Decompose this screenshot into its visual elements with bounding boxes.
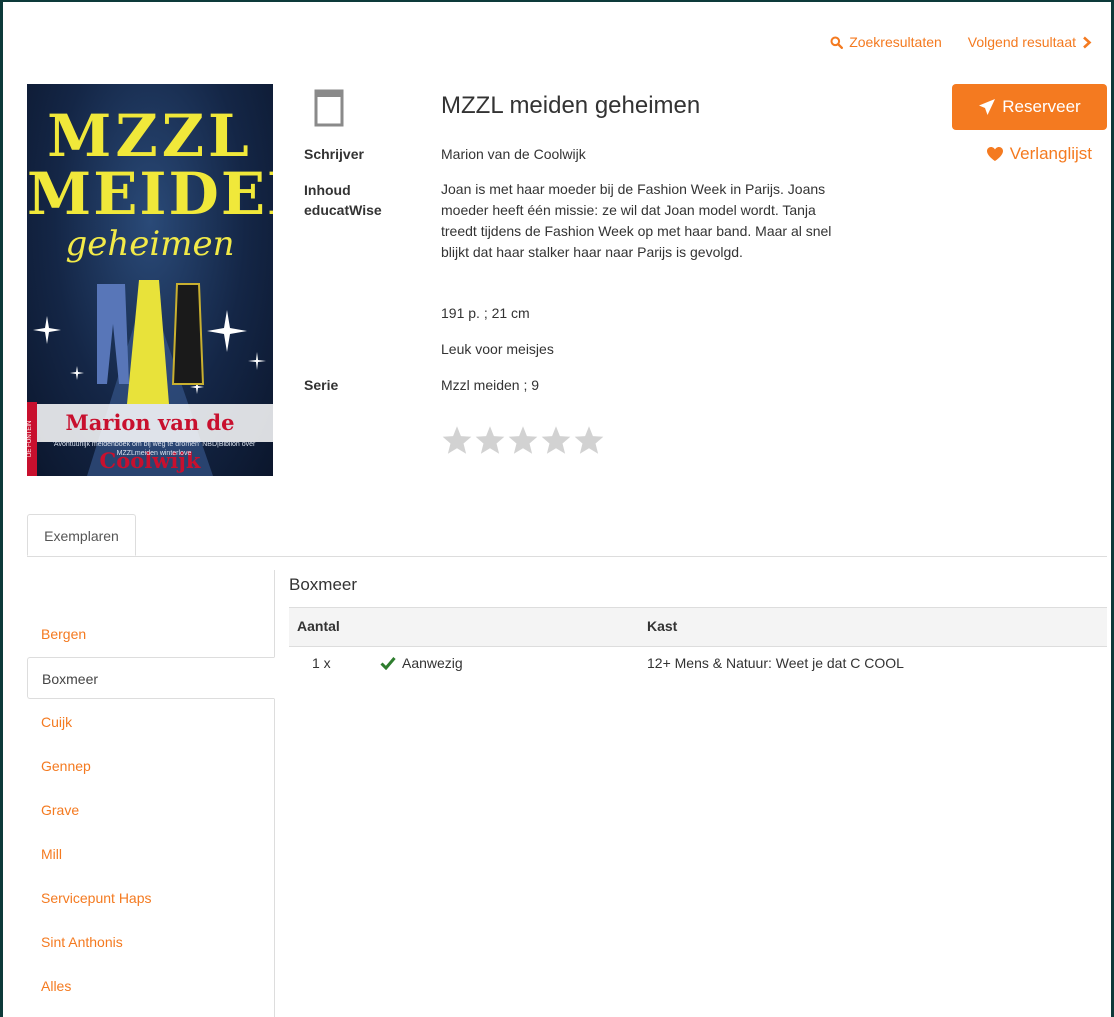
book-cover[interactable]: MZZL MEIDEN geheimen Marion van de Coolw… (27, 84, 273, 476)
star-icon[interactable] (507, 425, 539, 455)
checkmark-icon (380, 657, 396, 670)
series-link[interactable]: Mzzl meiden ; 9 (441, 375, 539, 396)
sidebar-item-cuijk[interactable]: Cuijk (27, 701, 274, 743)
content-label-line1: Inhoud (304, 182, 351, 198)
availability-status: Aanwezig (380, 655, 463, 671)
cover-publisher: DE FONTEIN (27, 402, 37, 476)
content-label-line2: educatWise (304, 202, 382, 218)
sidebar-item-grave[interactable]: Grave (27, 789, 274, 831)
author-label: Schrijver (304, 146, 364, 162)
author-link[interactable]: Marion van de Coolwijk (441, 144, 586, 165)
star-icon[interactable] (573, 425, 605, 455)
book-format-icon (314, 89, 344, 127)
heart-icon (986, 147, 1003, 161)
availability-label: Aanwezig (402, 655, 463, 671)
cover-title-line2: MEIDEN (27, 160, 273, 228)
sidebar-item-gennep[interactable]: Gennep (27, 745, 274, 787)
wishlist-button[interactable]: Verlanglijst (986, 144, 1092, 164)
column-header-count: Aantal (297, 618, 340, 634)
sidebar-item-servicepunt-haps[interactable]: Servicepunt Haps (27, 877, 274, 919)
next-result-link[interactable]: Volgend resultaat (968, 34, 1092, 50)
search-results-label: Zoekresultaten (849, 34, 942, 50)
book-note: Leuk voor meisjes (441, 341, 554, 357)
reserve-button[interactable]: Reserveer (952, 84, 1107, 130)
shelf-location: 12+ Mens & Natuur: Weet je dat C COOL (647, 655, 904, 671)
copy-count: 1 x (312, 655, 331, 671)
sidebar-item-mill[interactable]: Mill (27, 833, 274, 875)
sidebar-item-boxmeer[interactable]: Boxmeer (27, 657, 275, 699)
result-navigation: Zoekresultaten Volgend resultaat (830, 34, 1092, 50)
holdings-table-header: Aantal Kast (289, 607, 1107, 647)
tab-copies[interactable]: Exemplaren (27, 514, 136, 556)
sidebar-item-bergen[interactable]: Bergen (27, 613, 274, 655)
rocket-icon (979, 99, 996, 115)
cover-author: Marion van de Coolwijk (27, 404, 273, 473)
chevron-right-icon (1083, 36, 1092, 48)
cover-quote: 'Avontuurlijk meidenboek om bij weg te d… (52, 441, 256, 457)
next-result-label: Volgend resultaat (967, 34, 1076, 50)
column-header-shelf: Kast (647, 618, 678, 634)
book-description: Joan is met haar moeder bij de Fashion W… (441, 181, 832, 260)
star-icon[interactable] (441, 425, 473, 455)
sidebar-item-alles[interactable]: Alles (27, 965, 274, 1007)
cover-title-line3: geheimen (65, 224, 235, 264)
star-icon[interactable] (540, 425, 572, 455)
series-label: Serie (304, 377, 339, 393)
book-title: MZZL meiden geheimen (441, 92, 701, 119)
sidebar-item-sint-anthonis[interactable]: Sint Anthonis (27, 921, 274, 963)
reserve-label: Reserveer (1002, 97, 1081, 116)
search-results-link[interactable]: Zoekresultaten (830, 34, 942, 50)
book-extent: 191 p. ; 21 cm (441, 305, 530, 321)
star-icon[interactable] (474, 425, 506, 455)
tab-bar (27, 556, 1107, 557)
holdings-branch-title: Boxmeer (289, 575, 358, 594)
branch-sidebar: Bergen Boxmeer Cuijk Gennep Grave Mill Service… (27, 570, 275, 1017)
search-icon (830, 36, 844, 49)
rating-stars[interactable] (441, 425, 605, 455)
wishlist-label: Verlanglijst (1009, 144, 1092, 163)
